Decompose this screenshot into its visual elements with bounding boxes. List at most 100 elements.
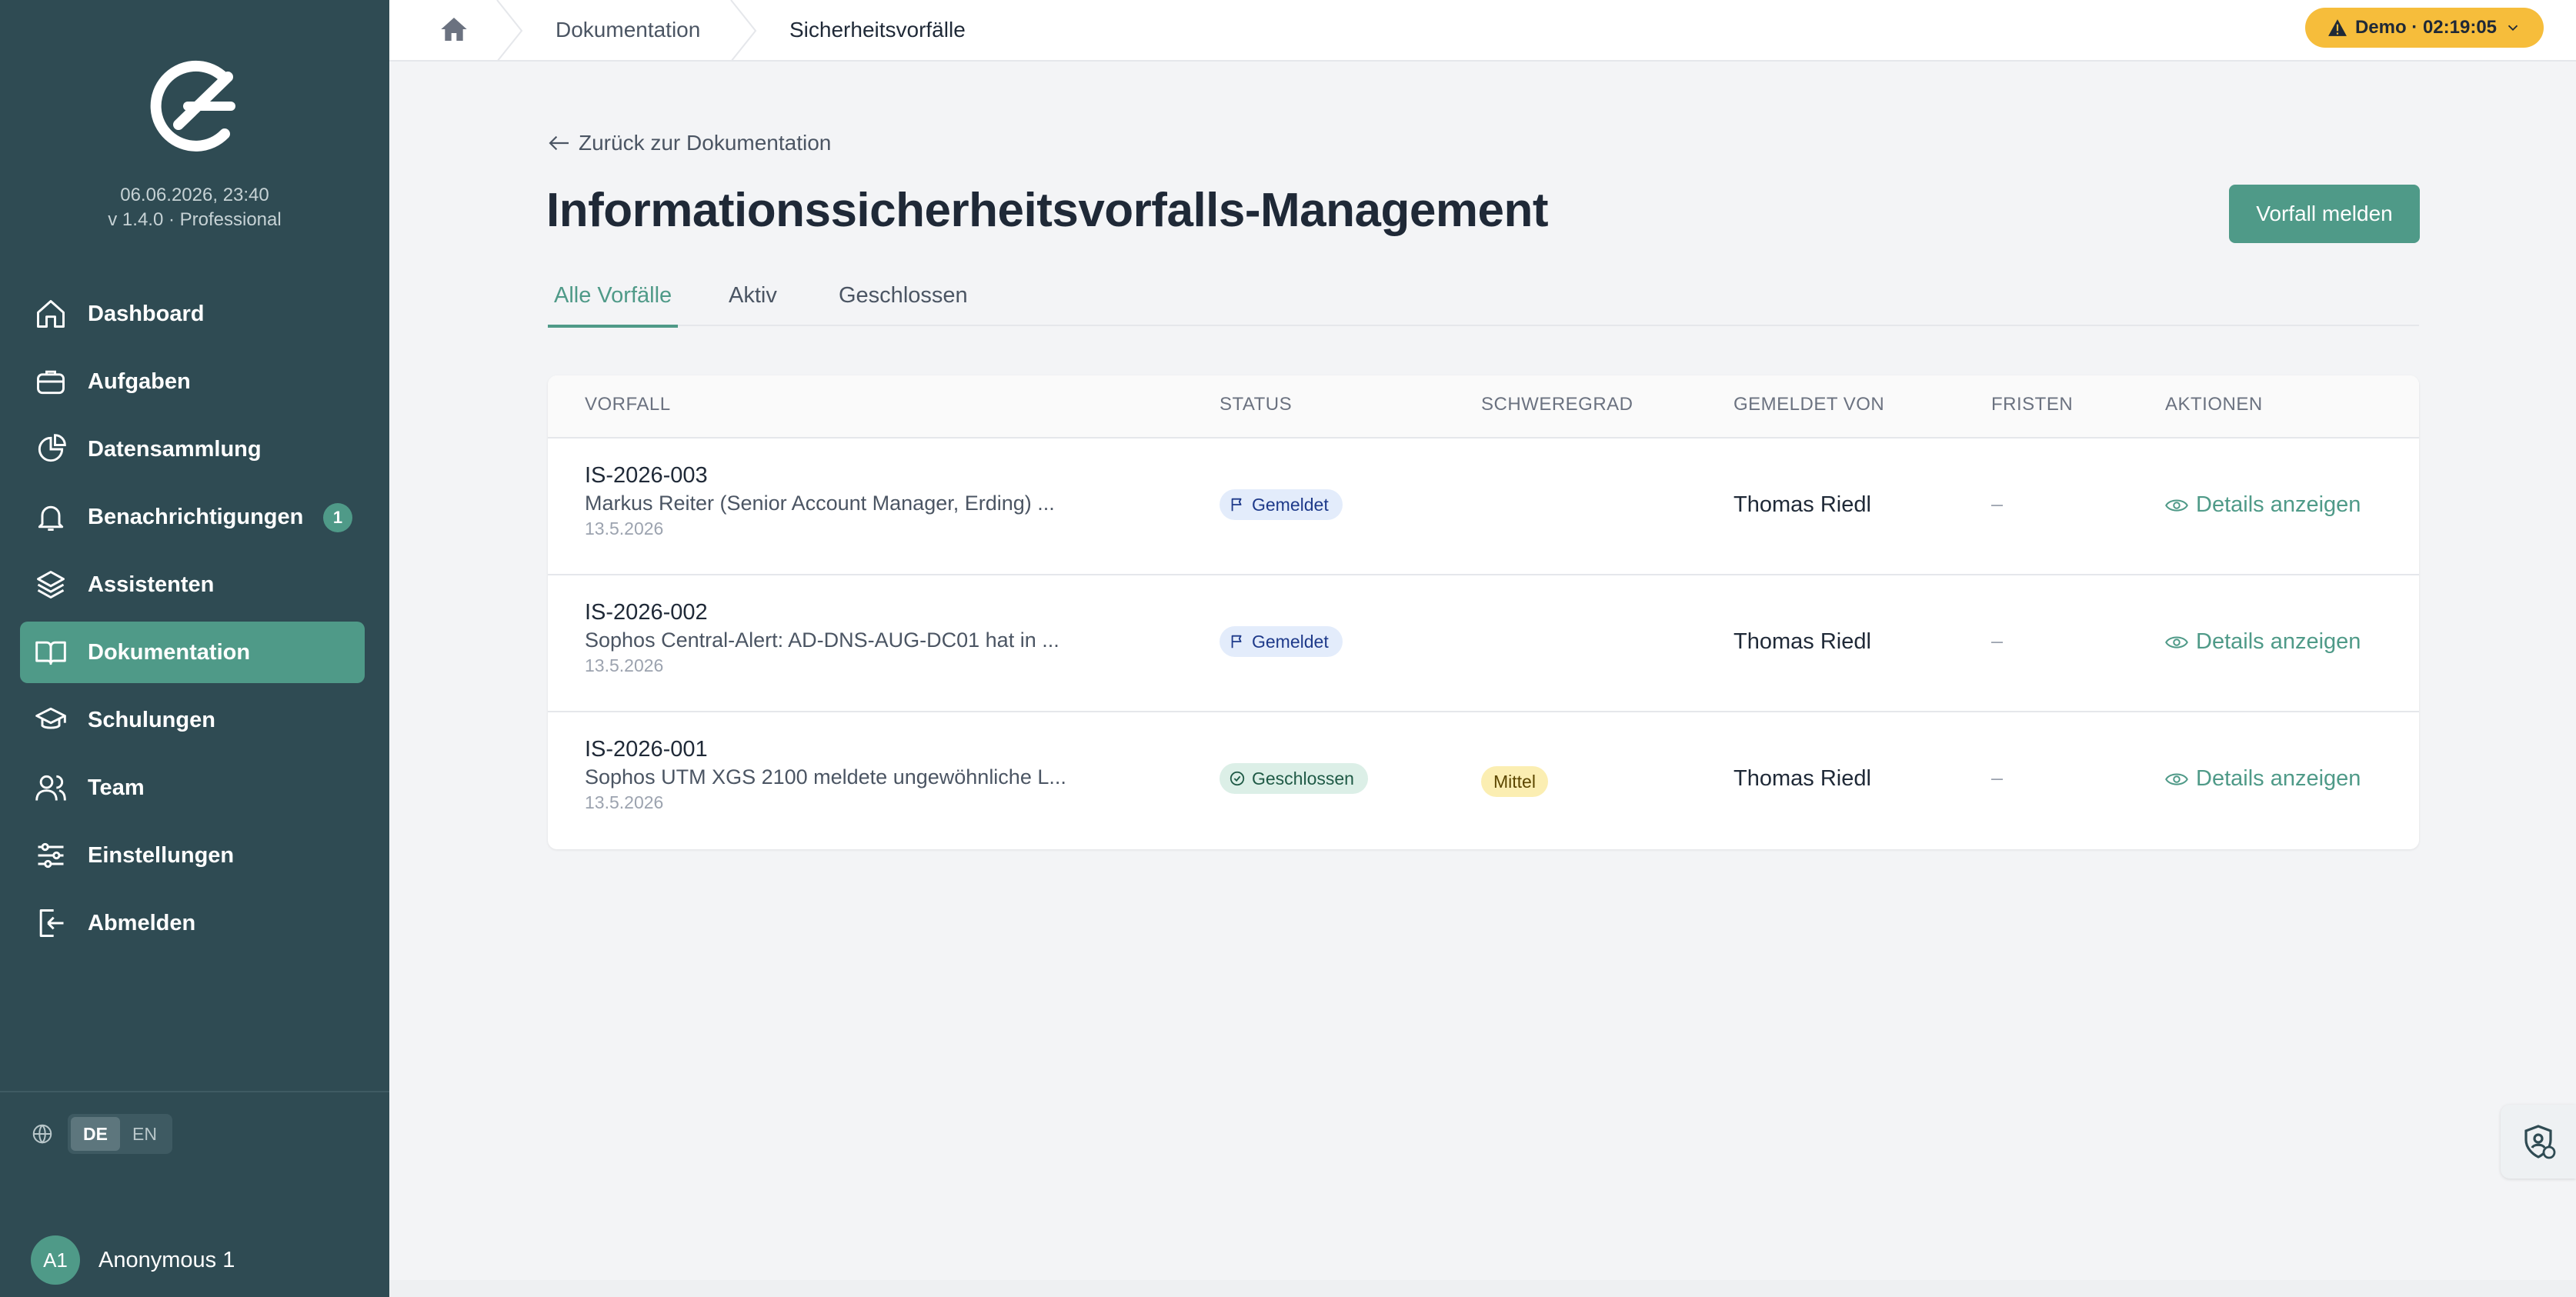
breadcrumb-dokumentation[interactable]: Dokumentation bbox=[556, 15, 700, 45]
view-details-label: Details anzeigen bbox=[2196, 629, 2361, 654]
status-badge: Gemeldet bbox=[1220, 626, 1343, 657]
layers-icon bbox=[34, 568, 68, 602]
status-badge: Geschlossen bbox=[1220, 763, 1368, 794]
sidebar-item-aufgaben[interactable]: Aufgaben bbox=[20, 351, 365, 412]
column-header[interactable]: SCHWEREGRAD bbox=[1481, 394, 1633, 415]
logout-icon bbox=[34, 906, 68, 940]
incident-date: 13.5.2026 bbox=[585, 792, 664, 812]
avatar: A1 bbox=[31, 1235, 80, 1285]
notification-count-badge: 1 bbox=[323, 503, 352, 532]
table-row[interactable]: IS-2026-003 Markus Reiter (Senior Accoun… bbox=[548, 438, 2419, 575]
status-cell: Geschlossen bbox=[1220, 763, 1368, 794]
sliders-icon bbox=[34, 839, 68, 872]
status-label: Gemeldet bbox=[1252, 494, 1329, 515]
warning-icon bbox=[2328, 19, 2347, 36]
back-link[interactable]: Zurück zur Dokumentation bbox=[548, 131, 831, 155]
incident-description: Sophos Central-Alert: AD-DNS-AUG-DC01 ha… bbox=[585, 628, 1059, 652]
incident-id: IS-2026-003 bbox=[585, 463, 708, 488]
chevron-down-icon bbox=[2508, 25, 2518, 32]
sidebar-item-label: Aufgaben bbox=[88, 368, 191, 394]
sidebar-item-label: Einstellungen bbox=[88, 842, 235, 868]
column-header[interactable]: STATUS bbox=[1220, 394, 1292, 415]
table-row[interactable]: IS-2026-002 Sophos Central-Alert: AD-DNS… bbox=[548, 575, 2419, 712]
reporter-name: Thomas Riedl bbox=[1733, 629, 1871, 654]
severity-cell: Mittel bbox=[1481, 766, 1548, 797]
sidebar-item-einstellungen[interactable]: Einstellungen bbox=[20, 825, 365, 886]
view-details-link[interactable]: Details anzeigen bbox=[2165, 766, 2361, 792]
view-details-link[interactable]: Details anzeigen bbox=[2165, 492, 2361, 518]
back-link-label: Zurück zur Dokumentation bbox=[579, 131, 832, 155]
status-label: Gemeldet bbox=[1252, 631, 1329, 652]
sidebar-item-benachrichtigungen[interactable]: Benachrichtigungen 1 bbox=[20, 486, 365, 548]
book-icon bbox=[34, 635, 68, 669]
home-icon bbox=[34, 297, 68, 331]
tab-closed[interactable]: Geschlossen bbox=[839, 283, 968, 326]
incident-cell: IS-2026-003 Markus Reiter (Senior Accoun… bbox=[585, 463, 1055, 539]
sidebar-item-label: Team bbox=[88, 775, 145, 800]
home-icon[interactable] bbox=[439, 14, 469, 45]
column-header: AKTIONEN bbox=[2165, 394, 2263, 415]
demo-timer-label: Demo · 02:19:05 bbox=[2354, 17, 2498, 38]
sidebar-divider bbox=[0, 1091, 389, 1092]
sidebar-item-label: Benachrichtigungen bbox=[88, 504, 304, 529]
view-details-label: Details anzeigen bbox=[2196, 766, 2361, 791]
user-name: Anonymous 1 bbox=[98, 1247, 235, 1272]
reporter-name: Thomas Riedl bbox=[1733, 492, 1871, 517]
sidebar-item-label: Schulungen bbox=[88, 707, 215, 732]
eye-icon bbox=[2165, 498, 2188, 512]
graduation-cap-icon bbox=[34, 703, 68, 737]
sidebar-item-datensammlung[interactable]: Datensammlung bbox=[20, 418, 365, 480]
breadcrumb-separator bbox=[496, 0, 523, 62]
incident-description: Sophos UTM XGS 2100 meldete ungewöhnlich… bbox=[585, 765, 1066, 789]
eye-icon bbox=[2165, 635, 2188, 648]
tab-all-incidents[interactable]: Alle Vorfälle bbox=[547, 283, 679, 328]
page-footer bbox=[389, 1280, 2576, 1297]
flag-icon bbox=[1231, 635, 1242, 648]
incident-cell: IS-2026-001 Sophos UTM XGS 2100 meldete … bbox=[585, 737, 1066, 813]
reporter-name: Thomas Riedl bbox=[1733, 766, 1871, 791]
globe-icon bbox=[31, 1122, 54, 1145]
tab-active[interactable]: Aktiv bbox=[729, 283, 777, 326]
column-header[interactable]: GEMELDET VON bbox=[1733, 394, 1884, 415]
bell-icon bbox=[34, 500, 68, 534]
status-label: Geschlossen bbox=[1252, 768, 1354, 789]
deadline-value: – bbox=[1991, 766, 2004, 789]
sidebar-item-dashboard[interactable]: Dashboard bbox=[20, 283, 365, 345]
page-title: Informationssicherheitsvorfalls-Manageme… bbox=[546, 184, 1548, 237]
incidents-table: VORFALL STATUS SCHWEREGRAD GEMELDET VON … bbox=[548, 375, 2419, 849]
breadcrumb-current: Sicherheitsvorfälle bbox=[789, 18, 966, 42]
view-details-link[interactable]: Details anzeigen bbox=[2165, 629, 2361, 655]
deadline-value: – bbox=[1991, 492, 2004, 515]
sidebar: 06.06.2026, 23:40 v 1.4.0 · Professional… bbox=[0, 0, 389, 1297]
privacy-settings-button[interactable] bbox=[2501, 1105, 2576, 1179]
pie-chart-icon bbox=[34, 432, 68, 466]
sidebar-item-schulungen[interactable]: Schulungen bbox=[20, 689, 365, 751]
shield-user-icon bbox=[2524, 1125, 2556, 1159]
language-en-button[interactable]: EN bbox=[120, 1117, 169, 1151]
sidebar-item-dokumentation[interactable]: Dokumentation bbox=[20, 622, 365, 683]
incident-date: 13.5.2026 bbox=[585, 655, 664, 675]
demo-timer-dropdown[interactable]: Demo · 02:19:05 bbox=[2305, 8, 2544, 48]
breadcrumb-separator bbox=[730, 0, 757, 62]
sidebar-item-label: Dashboard bbox=[88, 301, 205, 326]
deadline-value: – bbox=[1991, 629, 2004, 652]
incident-date: 13.5.2026 bbox=[585, 518, 664, 538]
user-profile[interactable]: A1 Anonymous 1 bbox=[31, 1235, 235, 1285]
language-de-button[interactable]: DE bbox=[71, 1117, 120, 1151]
language-switcher: DE EN bbox=[31, 1114, 172, 1154]
tab-bar: Alle Vorfälle Aktiv Geschlossen bbox=[547, 277, 2419, 328]
check-circle-icon bbox=[1230, 771, 1245, 786]
table-row[interactable]: IS-2026-001 Sophos UTM XGS 2100 meldete … bbox=[548, 712, 2419, 849]
sidebar-item-team[interactable]: Team bbox=[20, 757, 365, 819]
column-header[interactable]: VORFALL bbox=[585, 394, 671, 415]
app-logo-icon[interactable] bbox=[145, 54, 240, 155]
sidebar-item-assistenten[interactable]: Assistenten bbox=[20, 554, 365, 615]
table-header: VORFALL STATUS SCHWEREGRAD GEMELDET VON … bbox=[548, 375, 2419, 438]
report-incident-button[interactable]: Vorfall melden bbox=[2229, 185, 2420, 243]
briefcase-icon bbox=[34, 365, 68, 398]
app-version: v 1.4.0 · Professional bbox=[108, 209, 282, 230]
language-toggle: DE EN bbox=[68, 1114, 172, 1154]
current-datetime: 06.06.2026, 23:40 bbox=[120, 185, 269, 205]
sidebar-item-abmelden[interactable]: Abmelden bbox=[20, 892, 365, 954]
sidebar-item-label: Datensammlung bbox=[88, 436, 262, 462]
